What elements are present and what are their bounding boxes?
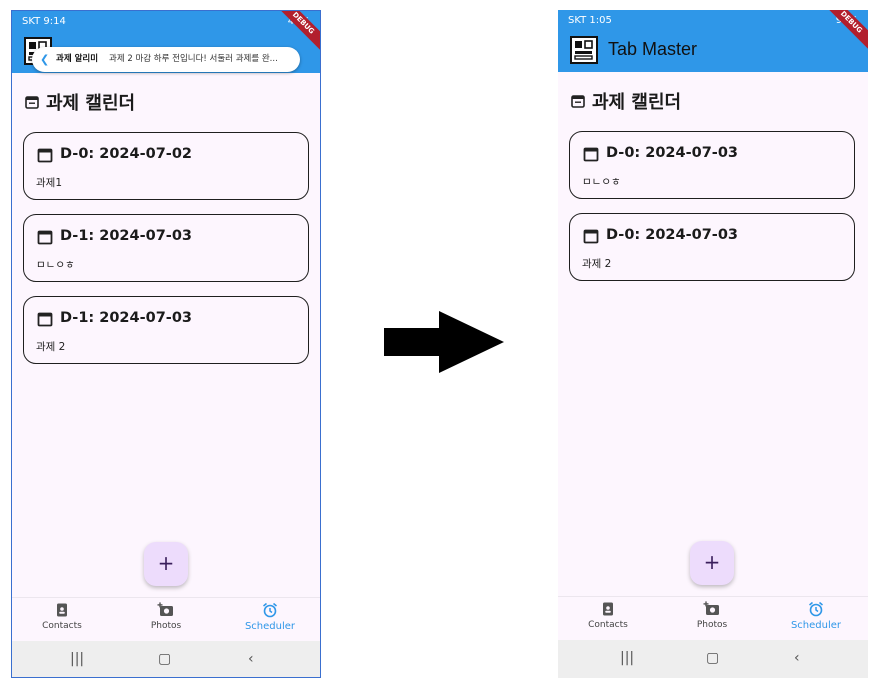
calendar-icon: [37, 312, 53, 327]
card-date: D-1: 2024-07-03: [60, 228, 193, 244]
card-date: D-0: 2024-07-02: [60, 146, 193, 162]
calendar-icon: [25, 96, 39, 109]
phone-screen-after: SKT 1:05 92% Tab Master DEBUG 과제 캘린더 D-0…: [558, 10, 868, 678]
notification-message: 과제 2 마감 하루 전입니다! 서둘러 과제를 완...: [109, 54, 278, 64]
card-date: D-1: 2024-07-03: [60, 310, 193, 326]
right-arrow-icon: [384, 311, 504, 373]
home-icon[interactable]: ▢: [158, 651, 171, 667]
assignment-card[interactable]: D-1: 2024-07-03 ㅁㄴㅇㅎ: [23, 214, 309, 282]
calendar-icon: [583, 229, 599, 244]
nav-item-photos[interactable]: Photos: [672, 601, 752, 630]
notification-title: 과제 알리미: [56, 54, 99, 64]
calendar-icon: [583, 147, 599, 162]
recent-apps-icon[interactable]: |||: [70, 651, 84, 667]
card-text: 과제1: [36, 177, 63, 189]
card-text: ㅁㄴㅇㅎ: [582, 176, 621, 188]
calendar-icon: [37, 148, 53, 163]
alarm-clock-icon: [263, 602, 277, 618]
nav-label-photos: Photos: [150, 621, 182, 631]
app-logo-icon: [570, 36, 598, 64]
nav-label-contacts: Contacts: [42, 621, 82, 631]
assignment-card[interactable]: D-0: 2024-07-02 과제1: [23, 132, 309, 200]
page-title: 과제 캘린더: [592, 92, 682, 113]
nav-label-scheduler: Scheduler: [790, 620, 842, 631]
status-bar: SKT 9:14 41%: [12, 11, 320, 33]
bottom-navigation: Contacts Photos Scheduler: [12, 597, 320, 642]
assignment-card[interactable]: D-0: 2024-07-03 ㅁㄴㅇㅎ: [569, 131, 855, 199]
assignment-card[interactable]: D-1: 2024-07-03 과제 2: [23, 296, 309, 364]
nav-item-contacts[interactable]: Contacts: [568, 601, 648, 630]
camera-add-icon: [157, 602, 173, 616]
card-date: D-0: 2024-07-03: [606, 145, 739, 161]
nav-label-scheduler: Scheduler: [244, 621, 296, 632]
phone-screen-before: SKT 9:14 41% DEBUG ❮ 과제 알리미 과제 2 마감 하루 전…: [11, 10, 321, 678]
contact-card-icon: [57, 603, 67, 617]
bottom-navigation: Contacts Photos Scheduler: [558, 596, 868, 641]
status-bar: SKT 1:05 92%: [558, 10, 868, 32]
notification-toast[interactable]: ❮ 과제 알리미 과제 2 마감 하루 전입니다! 서둘러 과제를 완...: [32, 47, 300, 72]
card-text: 과제 2: [36, 341, 66, 353]
system-navigation-bar: ||| ▢ ‹: [558, 640, 868, 678]
alarm-clock-icon: [809, 601, 823, 617]
nav-label-contacts: Contacts: [588, 620, 628, 630]
recent-apps-icon[interactable]: |||: [620, 650, 634, 666]
nav-label-photos: Photos: [696, 620, 728, 630]
add-assignment-button[interactable]: +: [690, 541, 734, 585]
app-title: Tab Master: [608, 39, 698, 59]
flutter-icon: ❮: [40, 53, 50, 66]
calendar-icon: [571, 95, 585, 108]
nav-item-scheduler[interactable]: Scheduler: [776, 601, 856, 631]
assignment-card[interactable]: D-0: 2024-07-03 과제 2: [569, 213, 855, 281]
calendar-icon: [37, 230, 53, 245]
nav-item-scheduler[interactable]: Scheduler: [230, 602, 310, 632]
add-assignment-button[interactable]: +: [144, 542, 188, 586]
system-navigation-bar: ||| ▢ ‹: [12, 641, 320, 677]
back-icon[interactable]: ‹: [248, 651, 254, 667]
status-carrier-time: SKT 1:05: [568, 15, 612, 26]
camera-add-icon: [703, 601, 719, 615]
home-icon[interactable]: ▢: [706, 650, 719, 666]
card-text: ㅁㄴㅇㅎ: [36, 259, 75, 271]
app-bar: Tab Master: [558, 32, 868, 72]
back-icon[interactable]: ‹: [794, 650, 800, 666]
page-title: 과제 캘린더: [46, 93, 136, 114]
nav-item-photos[interactable]: Photos: [126, 602, 206, 631]
status-carrier-time: SKT 9:14: [22, 16, 66, 27]
nav-item-contacts[interactable]: Contacts: [22, 602, 102, 631]
card-date: D-0: 2024-07-03: [606, 227, 739, 243]
card-text: 과제 2: [582, 258, 612, 270]
contact-card-icon: [603, 602, 613, 616]
